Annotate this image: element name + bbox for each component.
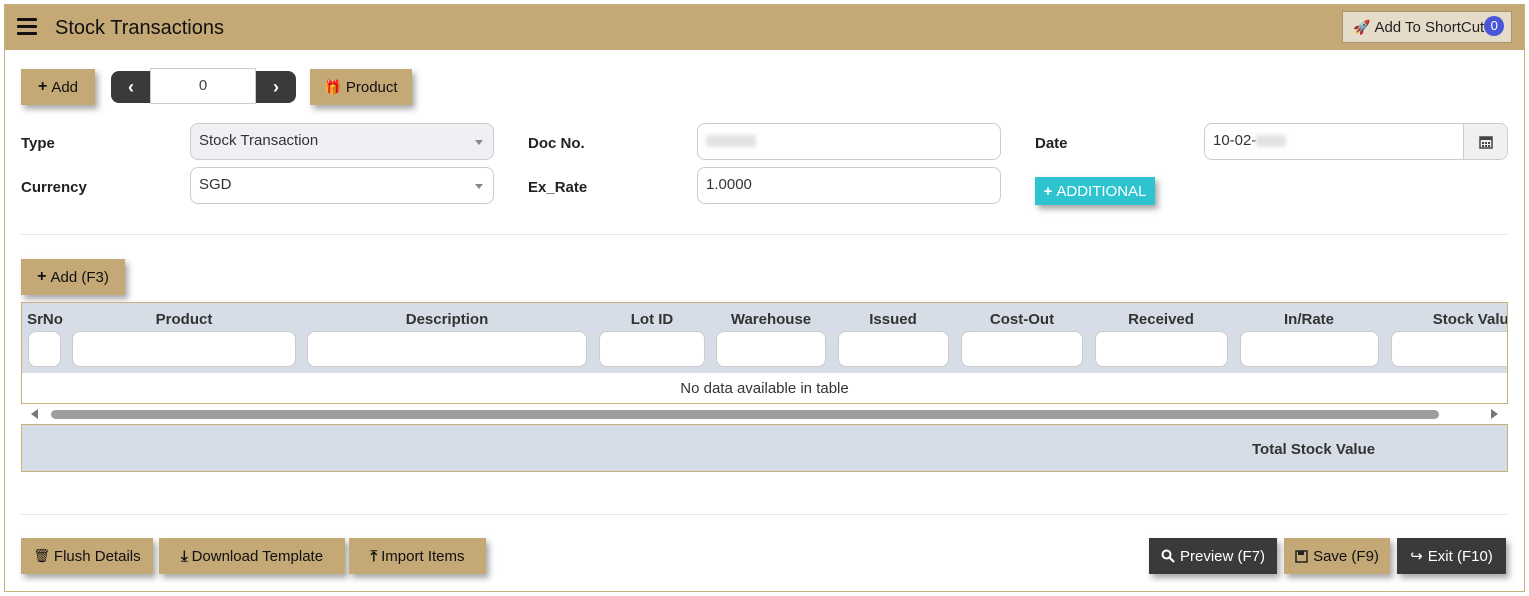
rocket-icon: 🚀 (1353, 18, 1371, 35)
col-lot-id[interactable]: Lot ID (599, 311, 705, 328)
import-items-button[interactable]: ⤒ Import Items (349, 538, 486, 574)
total-row: Total Stock Value (21, 424, 1508, 472)
table-header: SrNo Product Description Lot ID Warehous… (22, 303, 1507, 373)
shortcut-count-badge: 0 (1484, 16, 1505, 36)
col-cost-out[interactable]: Cost-Out (961, 311, 1083, 328)
filter-cost-out-input[interactable] (961, 331, 1083, 367)
filter-issued-input[interactable] (838, 331, 949, 367)
save-icon (1295, 549, 1308, 563)
flush-details-label: Flush Details (53, 547, 141, 565)
divider (21, 234, 1507, 235)
chevron-down-icon (475, 140, 483, 145)
filter-srno-input[interactable] (28, 331, 61, 367)
plus-icon: + (37, 78, 48, 95)
chevron-left-icon: ‹ (128, 76, 134, 97)
import-items-label: Import Items (381, 547, 465, 565)
save-button[interactable]: Save (F9) (1284, 538, 1390, 574)
shortcut-label: Add To ShortCut (1374, 18, 1485, 36)
filter-product-input[interactable] (72, 331, 296, 367)
total-stock-value-label: Total Stock Value (1252, 441, 1376, 458)
calendar-icon (1478, 135, 1493, 149)
additional-button-label: ADDITIONAL (1056, 182, 1147, 200)
filter-warehouse-input[interactable] (716, 331, 826, 367)
record-index-input[interactable]: 0 (150, 68, 256, 104)
plus-icon: + (1043, 182, 1053, 200)
hamburger-menu-icon[interactable] (17, 18, 37, 36)
horizontal-scrollbar[interactable] (21, 406, 1508, 422)
type-select[interactable]: Stock Transaction (190, 123, 494, 160)
add-row-button[interactable]: + Add (F3) (21, 259, 125, 295)
type-label: Type (21, 135, 55, 152)
items-table: SrNo Product Description Lot ID Warehous… (21, 302, 1508, 404)
docno-label: Doc No. (528, 135, 585, 152)
trash-icon: 🗑 (33, 548, 50, 563)
additional-button[interactable]: + ADDITIONAL (1035, 177, 1155, 205)
scroll-right-arrow-icon[interactable] (1491, 409, 1498, 419)
filter-received-input[interactable] (1095, 331, 1228, 367)
chevron-right-icon: › (273, 76, 279, 97)
download-template-button[interactable]: ⤓ Download Template (159, 538, 345, 574)
date-year-redacted (1256, 135, 1287, 148)
filter-in-rate-input[interactable] (1240, 331, 1379, 367)
date-value: 10-02- (1213, 132, 1257, 149)
currency-label: Currency (21, 179, 87, 196)
docno-redacted-value (706, 135, 756, 148)
currency-select-value: SGD (199, 176, 232, 193)
previous-record-button[interactable]: ‹ (111, 71, 151, 103)
type-select-value: Stock Transaction (199, 132, 319, 149)
product-button-label: Product (345, 78, 398, 96)
flush-details-button[interactable]: 🗑 Flush Details (21, 538, 153, 574)
empty-table-message: No data available in table (22, 373, 1507, 403)
chevron-down-icon (475, 184, 483, 189)
search-icon (1161, 549, 1175, 563)
calendar-button[interactable] (1463, 124, 1507, 159)
exit-button[interactable]: ↪ Exit (F10) (1397, 538, 1506, 574)
add-to-shortcut-button[interactable]: 🚀 Add To ShortCut 0 (1342, 11, 1512, 43)
preview-button[interactable]: Preview (F7) (1149, 538, 1277, 574)
plus-icon: + (37, 268, 47, 285)
scrollbar-thumb[interactable] (51, 410, 1439, 419)
page-title: Stock Transactions (55, 17, 224, 39)
gift-icon: 🎁 (324, 78, 342, 95)
col-warehouse[interactable]: Warehouse (716, 311, 826, 328)
col-srno[interactable]: SrNo (22, 311, 68, 328)
add-row-button-label: Add (F3) (50, 268, 109, 286)
upload-icon: ⤒ (370, 547, 378, 565)
next-record-button[interactable]: › (256, 71, 296, 103)
app-frame: Stock Transactions 🚀 Add To ShortCut 0 +… (4, 4, 1525, 592)
col-product[interactable]: Product (72, 311, 296, 328)
divider (21, 514, 1507, 515)
filter-lot-id-input[interactable] (599, 331, 705, 367)
col-description[interactable]: Description (307, 311, 587, 328)
col-in-rate[interactable]: In/Rate (1240, 311, 1378, 328)
currency-select[interactable]: SGD (190, 167, 494, 204)
col-issued[interactable]: Issued (838, 311, 948, 328)
save-label: Save (F9) (1313, 547, 1379, 565)
exrate-input[interactable]: 1.0000 (697, 167, 1001, 204)
filter-description-input[interactable] (307, 331, 587, 367)
add-button[interactable]: + Add (21, 69, 95, 105)
scroll-left-arrow-icon[interactable] (31, 409, 38, 419)
date-input[interactable]: 10-02- (1204, 123, 1508, 160)
page-header: Stock Transactions 🚀 Add To ShortCut 0 (5, 5, 1524, 50)
download-icon: ⤓ (180, 547, 188, 565)
preview-label: Preview (F7) (1179, 547, 1265, 565)
date-label: Date (1035, 135, 1068, 152)
add-button-label: Add (51, 78, 79, 96)
docno-input[interactable] (697, 123, 1001, 160)
col-received[interactable]: Received (1095, 311, 1227, 328)
download-template-label: Download Template (191, 547, 324, 565)
exit-label: Exit (F10) (1427, 547, 1493, 565)
filter-stock-value-input[interactable] (1391, 331, 1507, 367)
sign-out-icon: ↪ (1410, 548, 1423, 565)
exrate-label: Ex_Rate (528, 179, 588, 196)
product-button[interactable]: 🎁 Product (310, 69, 412, 105)
col-stock-value[interactable]: Stock Value (1391, 311, 1507, 328)
